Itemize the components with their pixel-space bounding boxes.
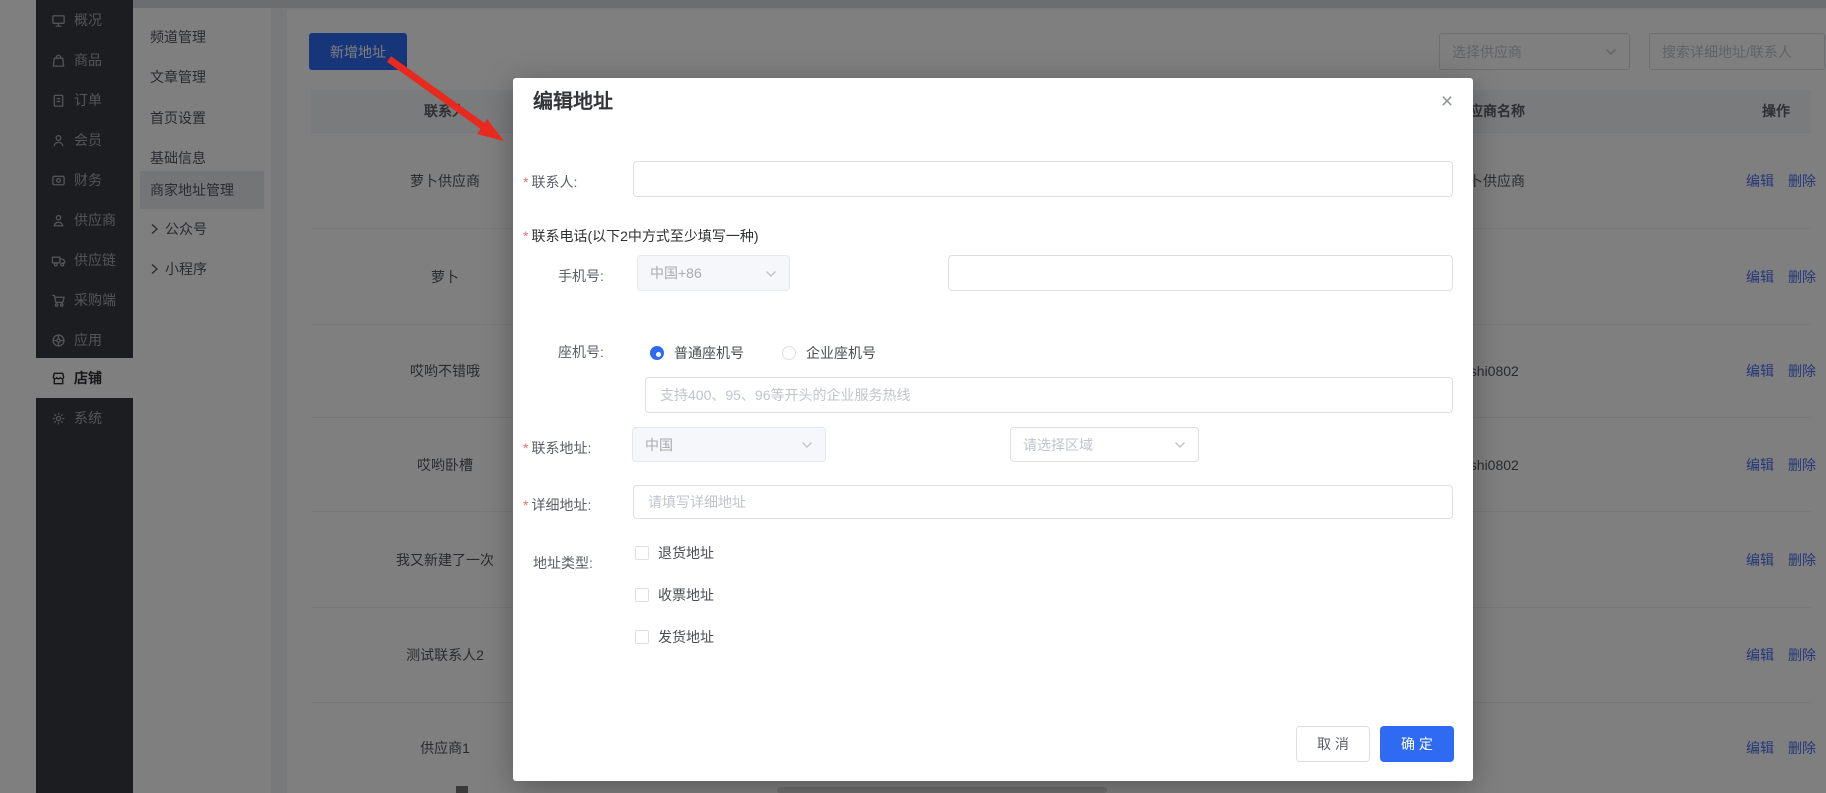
shipping-address-checkbox[interactable] bbox=[635, 630, 649, 644]
invoice-address-label: 收票地址 bbox=[658, 587, 714, 603]
chevron-down-icon bbox=[766, 270, 776, 277]
shipping-address-label: 发货地址 bbox=[658, 629, 714, 645]
detail-address-input[interactable] bbox=[633, 485, 1453, 519]
detail-address-field-label: * 详细地址: bbox=[523, 497, 592, 513]
country-code-select[interactable]: 中国+86 bbox=[637, 255, 790, 291]
country-value: 中国 bbox=[645, 436, 673, 453]
required-asterisk: * bbox=[523, 497, 529, 513]
return-address-checkbox[interactable] bbox=[635, 546, 649, 560]
phone-group-label: * 联系电话(以下2中方式至少填写一种) bbox=[523, 228, 759, 244]
address-type-label: 地址类型: bbox=[533, 555, 593, 571]
confirm-button[interactable]: 确 定 bbox=[1380, 726, 1454, 762]
contact-field-label: * 联系人: bbox=[523, 174, 578, 190]
radio-enterprise-landline-label: 企业座机号 bbox=[806, 345, 876, 361]
close-icon[interactable]: × bbox=[1435, 90, 1459, 114]
radio-enterprise-landline[interactable] bbox=[782, 346, 796, 360]
radio-normal-landline[interactable] bbox=[650, 346, 664, 360]
country-select[interactable]: 中国 bbox=[632, 427, 826, 462]
chevron-down-icon bbox=[802, 442, 812, 448]
address-type-option: 退货地址 bbox=[635, 543, 714, 563]
required-asterisk: * bbox=[523, 174, 529, 190]
return-address-label: 退货地址 bbox=[658, 545, 714, 561]
landline-number-input[interactable] bbox=[645, 377, 1453, 413]
country-code-value: 中国+86 bbox=[650, 265, 702, 281]
chevron-down-icon bbox=[1175, 442, 1185, 448]
mobile-number-input[interactable] bbox=[948, 255, 1453, 291]
cancel-button[interactable]: 取 消 bbox=[1296, 726, 1370, 762]
address-type-option: 发货地址 bbox=[635, 627, 714, 647]
required-asterisk: * bbox=[523, 228, 529, 244]
contact-input[interactable] bbox=[633, 161, 1453, 197]
radio-normal-landline-label: 普通座机号 bbox=[674, 345, 744, 361]
landline-field-label: 座机号: bbox=[558, 344, 604, 360]
address-type-option: 收票地址 bbox=[635, 585, 714, 605]
required-asterisk: * bbox=[523, 440, 529, 456]
address-field-label: * 联系地址: bbox=[523, 440, 592, 456]
dialog-title: 编辑地址 bbox=[533, 91, 613, 113]
edit-address-dialog: 编辑地址 × * 联系人: * 联系电话(以下2中方式至少填写一种) 手机号: 中国… bbox=[513, 78, 1473, 781]
region-select[interactable]: 请选择区域 bbox=[1010, 427, 1199, 462]
merchant-address-admin-screen: 概况 商品 订单 会员 财务 供应商 bbox=[0, 0, 1826, 793]
region-placeholder: 请选择区域 bbox=[1023, 436, 1093, 453]
invoice-address-checkbox[interactable] bbox=[635, 588, 649, 602]
mobile-field-label: 手机号: bbox=[558, 268, 604, 284]
landline-type-radio-group: 普通座机号 企业座机号 bbox=[650, 343, 904, 363]
